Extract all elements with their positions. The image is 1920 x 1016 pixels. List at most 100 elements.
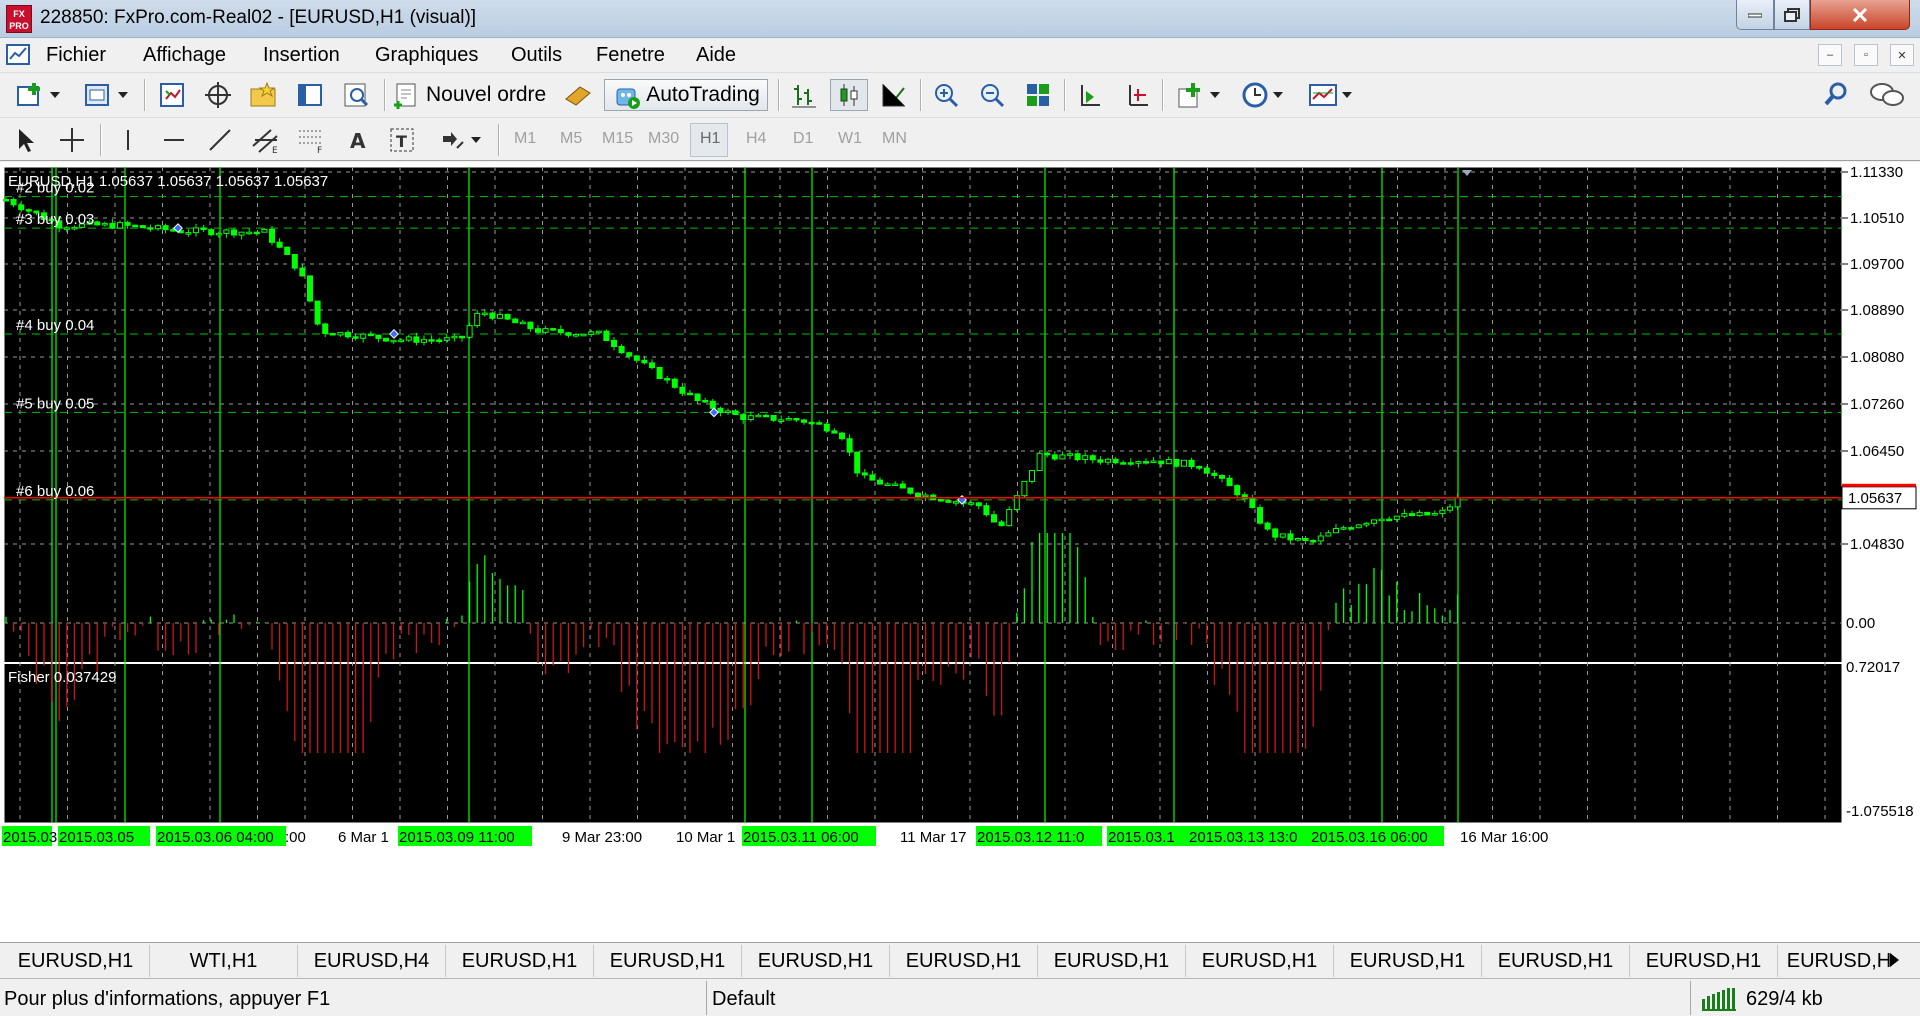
metaeditor-button[interactable]: [560, 79, 596, 111]
timeframe-h4[interactable]: H4: [746, 130, 766, 148]
time-axis-label: 2015.03.11 06:00: [743, 829, 859, 846]
autotrading-button[interactable]: AutoTrading: [604, 79, 768, 111]
menu-outils[interactable]: Outils: [511, 44, 562, 67]
navigator-button[interactable]: [246, 79, 282, 111]
chart-tab[interactable]: EURUSD,H: [1778, 945, 1900, 977]
minimize-button[interactable]: [1736, 0, 1774, 30]
metatrader-window: FX PRO 228850: FxPro.com-Real02 - [EURUS…: [0, 0, 1920, 1016]
toolbar-separator: [384, 79, 386, 111]
horizontal-line-button[interactable]: [158, 124, 190, 156]
chart-tab[interactable]: EURUSD,H1: [742, 945, 890, 977]
chart-tab[interactable]: EURUSD,H1: [1334, 945, 1482, 977]
zoom-in-button[interactable]: [928, 79, 964, 111]
chart-tab[interactable]: EURUSD,H1: [446, 945, 594, 977]
time-axis-label: 6 Mar 1: [338, 829, 389, 846]
data-window-button[interactable]: [200, 79, 236, 111]
fibonacci-button[interactable]: F: [296, 124, 328, 156]
close-icon: [1852, 7, 1868, 22]
mdi-restore-button[interactable]: ▫: [1854, 44, 1878, 66]
trendline-button[interactable]: [204, 124, 236, 156]
candle: [291, 254, 298, 271]
price-chart-svg[interactable]: EURUSD,H1 1.05637 1.05637 1.05637 1.0563…: [0, 162, 1920, 942]
chart-tab[interactable]: EURUSD,H1: [1186, 945, 1334, 977]
chart-tab[interactable]: EURUSD,H1: [594, 945, 742, 977]
market-watch-icon: [160, 83, 184, 107]
menu-fenetre[interactable]: Fenetre: [596, 44, 665, 67]
indicator-axis-label: -1.075518: [1846, 803, 1914, 820]
timeframe-m15[interactable]: M15: [602, 130, 633, 148]
arrows-icon: [443, 132, 464, 149]
periods-button[interactable]: [1234, 79, 1290, 111]
indicators-button[interactable]: [1170, 79, 1226, 111]
chart-shift-button[interactable]: [1118, 79, 1154, 111]
menu-aide[interactable]: Aide: [696, 44, 736, 67]
zoom-out-button[interactable]: [974, 79, 1010, 111]
mdi-minimize-button[interactable]: –: [1818, 44, 1842, 66]
toolbar-separator: [1064, 79, 1066, 111]
line-chart-button[interactable]: [876, 79, 912, 111]
cursor-tool-button[interactable]: [10, 124, 42, 156]
terminal-button[interactable]: [292, 79, 328, 111]
timeframe-h1[interactable]: H1: [700, 130, 720, 148]
templates-button[interactable]: [1302, 79, 1358, 111]
chart-window-icon[interactable]: [6, 43, 32, 67]
strategy-tester-button[interactable]: [338, 79, 374, 111]
vertical-line-button[interactable]: [112, 124, 144, 156]
toolbar-separator: [778, 79, 780, 111]
equidistant-channel-button[interactable]: E: [250, 124, 282, 156]
auto-scroll-button[interactable]: [1072, 79, 1108, 111]
candle: [1264, 521, 1271, 531]
candle: [1378, 518, 1385, 522]
tile-windows-button[interactable]: [1020, 79, 1056, 111]
mdi-close-button[interactable]: ✕: [1890, 44, 1914, 66]
navigator-folder-star-icon: [250, 81, 276, 107]
tab-scroll-right-icon[interactable]: [1890, 953, 1899, 967]
profiles-button[interactable]: [78, 79, 134, 111]
candle: [671, 377, 678, 389]
candlestick-chart-button[interactable]: [830, 79, 868, 111]
close-button[interactable]: [1810, 0, 1910, 30]
text-tool-button[interactable]: A: [342, 124, 374, 156]
search-button[interactable]: [1818, 79, 1854, 111]
arrows-button[interactable]: [432, 124, 488, 156]
bar-chart-icon: [792, 85, 816, 108]
chart-tab[interactable]: EURUSD,H1: [2, 945, 150, 977]
timeframe-m5[interactable]: M5: [560, 130, 582, 148]
line-chart-icon: [882, 84, 905, 107]
tile-windows-icon: [1027, 84, 1049, 106]
timeframe-mn[interactable]: MN: [882, 130, 907, 148]
timeframe-d1[interactable]: D1: [793, 130, 813, 148]
status-profile[interactable]: Default: [712, 988, 775, 1011]
timeframe-m30[interactable]: M30: [648, 130, 679, 148]
new-order-button[interactable]: Nouvel ordre: [392, 79, 554, 111]
fibonacci-icon: F: [299, 130, 322, 154]
chart-tab[interactable]: EURUSD,H1: [1482, 945, 1630, 977]
menu-insertion[interactable]: Insertion: [263, 44, 340, 67]
crosshair-tool-button[interactable]: [56, 124, 88, 156]
text-label-button[interactable]: T: [386, 124, 418, 156]
market-watch-button[interactable]: [154, 79, 190, 111]
chart-tab[interactable]: WTI,H1: [150, 945, 298, 977]
new-chart-button[interactable]: [10, 79, 66, 111]
status-bar: Pour plus d'informations, appuyer F1 Def…: [0, 978, 1920, 1016]
price-axis-label: 1.04830: [1850, 536, 1904, 553]
timeframe-w1[interactable]: W1: [838, 130, 862, 148]
price-axis-label: 1.07260: [1850, 396, 1904, 413]
chart-tab[interactable]: EURUSD,H1: [1630, 945, 1778, 977]
timeframe-m1[interactable]: M1: [514, 130, 536, 148]
chart-tab[interactable]: EURUSD,H1: [890, 945, 1038, 977]
chart-tab[interactable]: EURUSD,H1: [1038, 945, 1186, 977]
bar-chart-button[interactable]: [786, 79, 822, 111]
menu-fichier[interactable]: Fichier: [46, 44, 106, 67]
chat-button[interactable]: [1864, 79, 1910, 111]
chart-window[interactable]: EURUSD,H1 1.05637 1.05637 1.05637 1.0563…: [0, 162, 1920, 942]
menu-graphiques[interactable]: Graphiques: [375, 44, 478, 67]
price-axis-label: 1.06450: [1850, 443, 1904, 460]
status-traffic: 629/4 kb: [1746, 988, 1823, 1010]
chart-tab[interactable]: EURUSD,H4: [298, 945, 446, 977]
maximize-button[interactable]: [1774, 0, 1810, 30]
minimize-icon: [1748, 13, 1762, 17]
candle: [907, 487, 914, 495]
new-order-icon: [394, 83, 416, 109]
menu-affichage[interactable]: Affichage: [143, 44, 226, 67]
